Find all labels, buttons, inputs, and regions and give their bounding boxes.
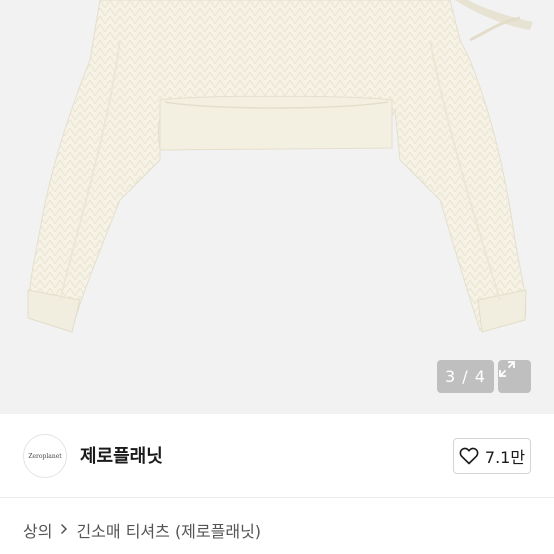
like-count: 7.1만 <box>484 448 526 467</box>
heart-outline-icon <box>459 447 479 465</box>
expand-image-button[interactable] <box>498 360 531 393</box>
seller-avatar[interactable]: Zeroplanet <box>23 434 67 478</box>
breadcrumb: 상의 긴소매 티셔츠 (제로플래닛) <box>23 518 261 542</box>
product-image[interactable]: 3 / 4 <box>0 0 554 414</box>
avatar-text: Zeroplanet <box>28 452 62 460</box>
image-pager: 3 / 4 <box>437 360 494 393</box>
seller-bar: Zeroplanet 제로플래닛 7.1만 <box>0 414 554 498</box>
sweater-photo <box>27 0 533 333</box>
like-button[interactable]: 7.1만 <box>453 438 531 474</box>
breadcrumb-category[interactable]: 상의 <box>23 518 52 542</box>
chevron-right-icon <box>60 521 68 539</box>
breadcrumb-item[interactable]: 긴소매 티셔츠 (제로플래닛) <box>76 518 261 542</box>
expand-arrows-icon <box>499 361 515 377</box>
seller-name[interactable]: 제로플래닛 <box>80 442 163 468</box>
